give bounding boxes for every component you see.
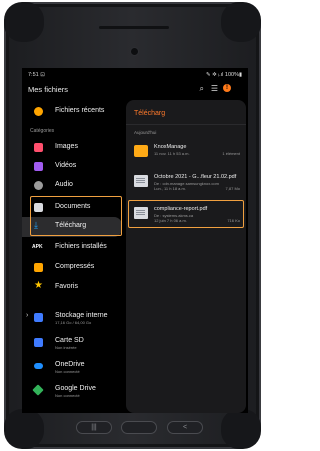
- nav-label: Compressés: [55, 263, 95, 270]
- nav-label: Stockage interne: [55, 312, 108, 319]
- device-bumper: [4, 409, 44, 449]
- nav-label: Images: [55, 143, 78, 150]
- sd-card-icon: [34, 338, 43, 347]
- image-icon: [34, 143, 43, 152]
- cloud-icon: [34, 363, 43, 369]
- device-screen: 7:51 ⊡ ✎ ✲ ᵢ.ıl 100%▮ Mes fichiers ⌕ ☰ !…: [22, 68, 248, 413]
- back-button[interactable]: <: [167, 421, 203, 434]
- star-icon: ★: [34, 280, 43, 291]
- recent-apps-button[interactable]: |||: [76, 421, 112, 434]
- nav-item-downloads[interactable]: ⤓ Télécharg: [22, 217, 122, 237]
- nav-item-sd-card[interactable]: Carte SD Non insérée: [22, 332, 122, 356]
- divider: [126, 124, 246, 125]
- gdrive-status: Non connecté: [55, 393, 80, 398]
- nav-item-images[interactable]: Images: [22, 138, 122, 158]
- nav-label: Carte SD: [55, 337, 84, 344]
- file-name: compliance-report.pdf: [154, 206, 208, 212]
- file-name: KnoxManage: [154, 144, 187, 150]
- nav-item-onedrive[interactable]: OneDrive Non connecté: [22, 356, 122, 380]
- file-size: 716 Ko: [227, 218, 240, 223]
- nav-item-compressed[interactable]: Compressés: [22, 258, 122, 278]
- chevron-right-icon[interactable]: ›: [26, 312, 28, 319]
- folder-icon: [134, 145, 148, 157]
- device-bumper: [221, 2, 261, 42]
- nav-label: Fichiers installés: [55, 243, 107, 250]
- download-icon: ⤓: [34, 220, 38, 230]
- file-date: Lun., 11 h 18 a.m.: [154, 186, 186, 191]
- file-date: 11 nov. 11 h 53 a.m.: [154, 151, 190, 156]
- phone-storage-icon: [34, 313, 43, 322]
- status-indicators: ✎ ✲ ᵢ.ıl 100%▮: [205, 72, 242, 78]
- nav-item-recent[interactable]: Fichiers récents: [22, 102, 122, 122]
- nav-label: Vidéos: [55, 162, 77, 169]
- app-title: Mes fichiers: [28, 85, 69, 94]
- device-bumper: [4, 2, 44, 42]
- clock-icon: [34, 107, 43, 116]
- nav-item-videos[interactable]: Vidéos: [22, 157, 122, 177]
- file-size: 7,87 Mo: [225, 186, 240, 191]
- nav-item-favorites[interactable]: ★ Favoris: [22, 278, 122, 298]
- list-view-icon[interactable]: ☰: [211, 84, 218, 93]
- nav-item-audio[interactable]: Audio: [22, 176, 122, 196]
- file-name: Octobre 2021 - G...fleur 21.02.pdf: [154, 174, 237, 180]
- google-drive-icon: [32, 384, 44, 396]
- nav-label: Audio: [55, 181, 73, 188]
- nav-item-installed[interactable]: APK Fichiers installés: [22, 238, 122, 258]
- app-title-bar: Mes fichiers ⌕ ☰ !: [22, 82, 248, 98]
- storage-usage: 17,16 Go / 64,00 Go: [55, 320, 92, 325]
- settings-badge-icon[interactable]: !: [223, 84, 231, 92]
- pdf-icon: [134, 175, 148, 187]
- speaker-grille: [99, 26, 169, 29]
- downloads-panel: Télécharg Aujourd'hui KnoxManage 11 nov.…: [126, 100, 246, 413]
- nav-label: Télécharg: [55, 222, 87, 229]
- nav-label: OneDrive: [55, 361, 85, 368]
- file-row-octobre-pdf[interactable]: Octobre 2021 - G...fleur 21.02.pdf De : …: [130, 170, 244, 196]
- video-icon: [34, 162, 43, 171]
- nav-item-documents[interactable]: Documents: [22, 198, 122, 218]
- search-icon[interactable]: ⌕: [200, 84, 204, 94]
- date-group-label: Aujourd'hui: [134, 130, 157, 135]
- file-count: 1 élément: [222, 151, 240, 156]
- nav-label: Google Drive: [55, 385, 96, 392]
- status-bar: 7:51 ⊡ ✎ ✲ ᵢ.ıl 100%▮: [22, 68, 248, 80]
- file-row-compliance-pdf[interactable]: compliance-report.pdf De : systems.akms.…: [130, 202, 244, 228]
- nav-item-internal-storage[interactable]: › Stockage interne 17,16 Go / 64,00 Go: [22, 307, 122, 331]
- nav-item-google-drive[interactable]: Google Drive Non connecté: [22, 380, 122, 404]
- document-icon: [34, 203, 43, 212]
- apk-icon: APK: [32, 244, 43, 250]
- device-bumper: [221, 409, 261, 449]
- home-button[interactable]: [121, 421, 157, 434]
- file-date: 12 juin 7 h 06 a.m.: [154, 218, 187, 223]
- navigation-drawer: Fichiers récents Catégories Images Vidéo…: [22, 102, 122, 413]
- pdf-icon: [134, 207, 148, 219]
- zip-folder-icon: [34, 263, 43, 272]
- sd-status: Non insérée: [55, 345, 77, 350]
- nav-label: Favoris: [55, 283, 78, 290]
- onedrive-status: Non connecté: [55, 369, 80, 374]
- music-note-icon: [34, 181, 43, 190]
- panel-title: Télécharg: [134, 110, 166, 117]
- file-row-knoxmanage[interactable]: KnoxManage 11 nov. 11 h 53 a.m. 1 élémen…: [130, 140, 244, 166]
- status-time: 7:51 ⊡: [28, 72, 45, 78]
- nav-label: Documents: [55, 203, 91, 210]
- front-camera: [131, 48, 138, 55]
- categories-label: Catégories: [30, 128, 55, 134]
- nav-label: Fichiers récents: [55, 107, 105, 114]
